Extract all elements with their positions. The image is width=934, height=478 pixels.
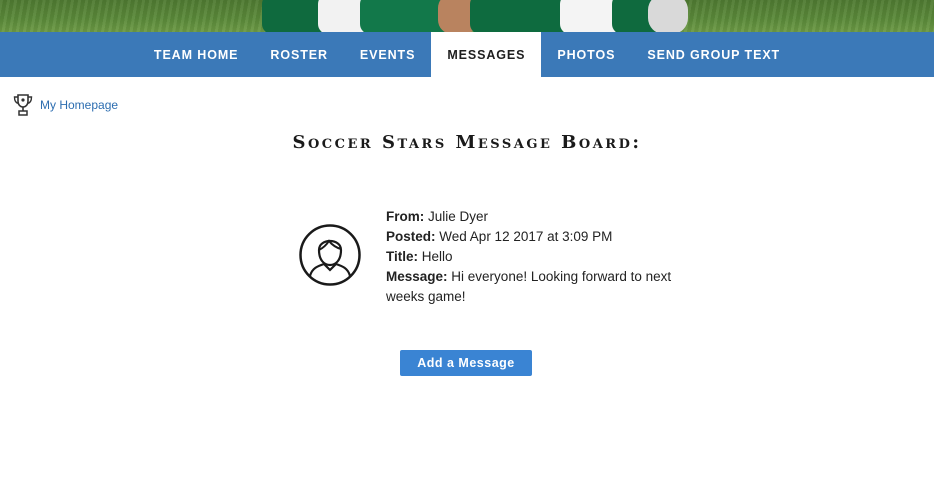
my-homepage-link[interactable]: My Homepage — [12, 93, 118, 117]
message-from: From: Julie Dyer — [386, 209, 489, 224]
message-text: Message: Hi everyone! Looking forward to… — [386, 269, 672, 304]
nav-send-group-text[interactable]: Send Group Text — [631, 32, 796, 77]
my-homepage-label[interactable]: My Homepage — [40, 98, 118, 112]
nav-photos[interactable]: Photos — [541, 32, 631, 77]
page-title: Soccer Stars Message Board: — [292, 132, 642, 153]
nav-messages[interactable]: Messages — [431, 32, 542, 77]
header-photo — [0, 0, 934, 32]
message-title: Title: Hello — [386, 249, 453, 264]
user-avatar-icon — [299, 224, 361, 286]
nav-team-home[interactable]: Team Home — [138, 32, 255, 77]
nav-roster[interactable]: Roster — [254, 32, 344, 77]
message-details: From: Julie Dyer Posted: Wed Apr 12 2017… — [386, 207, 686, 307]
message-posted: Posted: Wed Apr 12 2017 at 3:09 PM — [386, 229, 613, 244]
trophy-icon — [13, 94, 33, 116]
nav-events[interactable]: Events — [344, 32, 431, 77]
message-item: From: Julie Dyer Posted: Wed Apr 12 2017… — [298, 207, 686, 307]
add-message-button[interactable]: Add a Message — [400, 350, 532, 376]
team-nav: Team Home Roster Events Messages Photos … — [0, 32, 934, 77]
